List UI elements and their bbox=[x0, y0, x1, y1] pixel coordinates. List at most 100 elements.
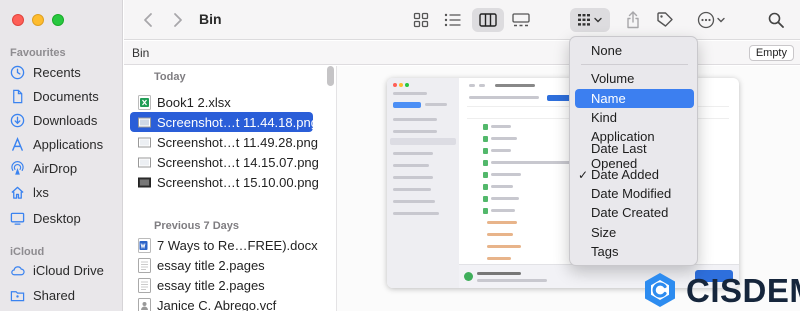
sidebar-item-label: Shared bbox=[33, 287, 75, 303]
menu-item-label: Volume bbox=[591, 71, 635, 86]
pages-file-icon bbox=[138, 257, 151, 273]
sidebar-item-desktop[interactable]: Desktop bbox=[10, 207, 81, 229]
file-row[interactable]: Screenshot…t 11.49.28.png bbox=[130, 132, 318, 152]
empty-bin-button[interactable]: Empty bbox=[748, 45, 794, 61]
clock-icon bbox=[10, 65, 25, 79]
sidebar-item-label: lxs bbox=[33, 184, 49, 200]
minimize-window-button[interactable] bbox=[32, 14, 44, 26]
image-file-icon bbox=[138, 137, 151, 147]
menu-item-label: Name bbox=[591, 91, 626, 106]
shared-folder-icon bbox=[10, 290, 25, 301]
file-name: Screenshot…t 11.49.28.png bbox=[157, 134, 318, 150]
zoom-window-button[interactable] bbox=[52, 14, 64, 26]
document-icon bbox=[13, 89, 23, 103]
cisdem-logo-icon bbox=[645, 273, 675, 307]
folder-title: Bin bbox=[132, 46, 150, 60]
file-row[interactable]: Screenshot…t 14.15.07.png bbox=[130, 152, 319, 172]
path-bar: Bin Empty bbox=[124, 41, 800, 65]
sidebar-item-icloud-drive[interactable]: iCloud Drive bbox=[10, 259, 104, 281]
file-row[interactable]: 7 Ways to Re…FREE).docx bbox=[130, 235, 318, 255]
sidebar-item-label: iCloud Drive bbox=[33, 262, 104, 278]
image-file-icon bbox=[138, 177, 151, 187]
sidebar-item-label: Documents bbox=[33, 88, 99, 104]
back-button[interactable] bbox=[138, 8, 158, 32]
menu-item-none[interactable]: None bbox=[575, 41, 694, 60]
menu-item-label: None bbox=[591, 43, 623, 58]
search-icon bbox=[768, 12, 784, 28]
sidebar-item-shared[interactable]: Shared bbox=[10, 284, 75, 306]
home-icon bbox=[11, 186, 24, 199]
section-header-previous-7-days: Previous 7 Days bbox=[154, 220, 239, 232]
sidebar-item-label: Desktop bbox=[33, 210, 81, 226]
grid-icon bbox=[413, 12, 429, 28]
search-button[interactable] bbox=[764, 8, 788, 32]
cisdem-watermark: CISDEM bbox=[640, 270, 800, 311]
vcard-file-icon bbox=[138, 297, 151, 311]
section-header-today: Today bbox=[154, 71, 186, 83]
image-file-icon bbox=[138, 157, 151, 167]
sidebar-item-airdrop[interactable]: AirDrop bbox=[10, 157, 77, 179]
menu-item-volume[interactable]: Volume bbox=[575, 69, 694, 88]
tag-icon bbox=[657, 12, 673, 27]
file-name: Screenshot…t 15.10.00.png bbox=[157, 174, 319, 190]
file-row[interactable]: Janice C. Abrego.vcf bbox=[130, 295, 313, 311]
group-by-button[interactable] bbox=[570, 8, 610, 32]
forward-button[interactable] bbox=[168, 8, 188, 32]
gallery-view-button[interactable] bbox=[508, 8, 534, 32]
column-view-button[interactable] bbox=[472, 8, 504, 32]
gallery-icon bbox=[512, 13, 530, 27]
tag-button[interactable] bbox=[654, 8, 676, 32]
sidebar-item-downloads[interactable]: Downloads bbox=[10, 109, 97, 131]
sidebar-item-label: Downloads bbox=[33, 112, 98, 128]
file-row[interactable]: essay title 2.pages bbox=[130, 275, 313, 295]
menu-item-kind[interactable]: Kind bbox=[575, 108, 694, 127]
file-row[interactable]: Screenshot…t 15.10.00.png bbox=[130, 172, 319, 192]
icon-view-button[interactable] bbox=[408, 8, 434, 32]
menu-item-name[interactable]: Name bbox=[575, 89, 694, 108]
toolbar: Bin bbox=[124, 0, 800, 40]
chevron-right-icon bbox=[174, 13, 182, 27]
file-row-selected[interactable]: Screenshot…t 11.44.18.png bbox=[130, 112, 318, 132]
word-file-icon bbox=[138, 237, 151, 253]
file-row[interactable]: essay title 2.pages bbox=[130, 255, 313, 275]
menu-item-label: Date Modified bbox=[591, 186, 672, 201]
sidebar-item-label: AirDrop bbox=[33, 160, 78, 176]
share-button[interactable] bbox=[622, 8, 644, 32]
menu-item-date-modified[interactable]: Date Modified bbox=[575, 184, 694, 203]
scrollbar-thumb[interactable] bbox=[327, 66, 334, 86]
sidebar-item-recents[interactable]: Recents bbox=[10, 61, 81, 83]
sidebar: Favourites Recents Documents Downloads A… bbox=[0, 0, 123, 311]
applications-icon bbox=[12, 136, 23, 151]
menu-item-date-last-opened[interactable]: Date Last Opened bbox=[575, 141, 694, 171]
share-icon bbox=[627, 11, 639, 29]
columns-icon bbox=[479, 13, 497, 27]
menu-item-date-added[interactable]: ✓ Date Added bbox=[575, 165, 694, 184]
menu-item-size[interactable]: Size bbox=[575, 223, 694, 242]
list-view-button[interactable] bbox=[440, 8, 466, 32]
close-window-button[interactable] bbox=[12, 14, 24, 26]
pages-file-icon bbox=[138, 277, 151, 293]
file-name: essay title 2.pages bbox=[157, 257, 265, 273]
desktop-icon bbox=[10, 212, 25, 225]
menu-item-label: Date Created bbox=[591, 205, 669, 220]
sidebar-item-applications[interactable]: Applications bbox=[10, 133, 103, 155]
sidebar-section-favourites: Favourites bbox=[10, 47, 66, 59]
file-row[interactable]: Book1 2.xlsx bbox=[130, 92, 313, 112]
download-icon bbox=[10, 113, 25, 127]
menu-item-label: Tags bbox=[591, 244, 619, 259]
list-icon bbox=[444, 13, 461, 27]
sidebar-item-label: Recents bbox=[33, 64, 81, 80]
sidebar-item-label: Applications bbox=[33, 136, 104, 152]
window-title: Bin bbox=[199, 11, 222, 27]
image-file-icon bbox=[138, 117, 151, 127]
sidebar-item-home[interactable]: lxs bbox=[10, 181, 49, 203]
menu-item-date-created[interactable]: Date Created bbox=[575, 203, 694, 222]
menu-item-label: Kind bbox=[591, 110, 618, 125]
menu-item-label: Date Added bbox=[591, 167, 659, 182]
menu-item-tags[interactable]: Tags bbox=[575, 242, 694, 261]
menu-item-label: Size bbox=[591, 225, 617, 240]
group-icon bbox=[578, 14, 602, 26]
chevron-left-icon bbox=[144, 13, 152, 27]
more-actions-button[interactable] bbox=[694, 8, 730, 32]
sidebar-item-documents[interactable]: Documents bbox=[10, 85, 99, 107]
